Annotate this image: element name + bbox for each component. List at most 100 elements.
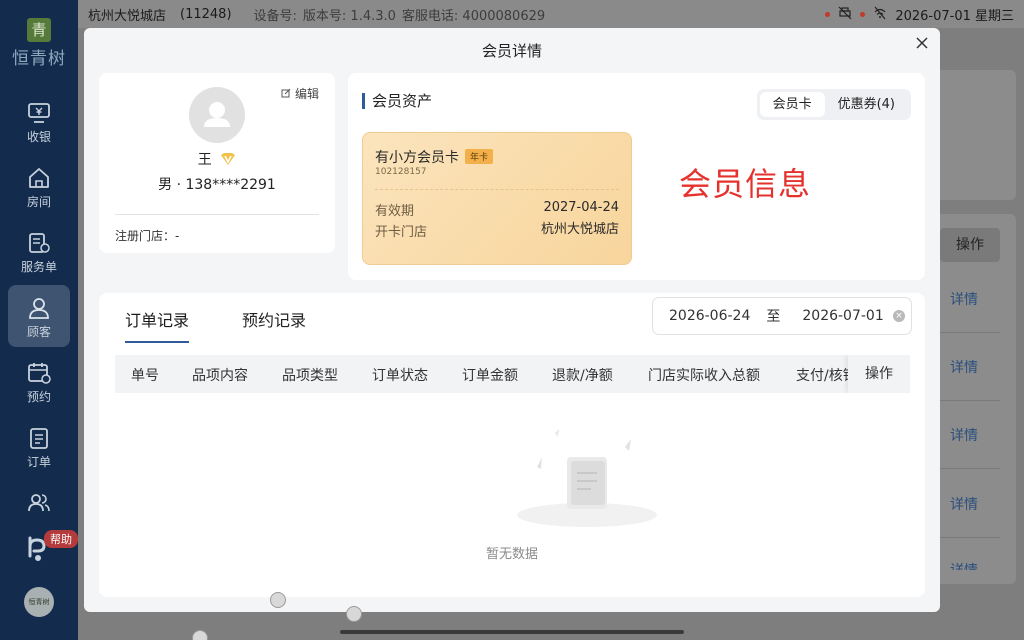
tab-member-card[interactable]: 会员卡 bbox=[759, 92, 825, 117]
edit-label: 编辑 bbox=[294, 87, 319, 101]
column-header-operation: 操作 bbox=[848, 355, 910, 393]
version-label: 版本号: 1.4.3.0 bbox=[302, 8, 396, 24]
card-type-tag: 年卡 bbox=[465, 149, 494, 164]
date-to[interactable]: 2026-07-01 bbox=[802, 308, 883, 324]
assets-title: 会员资产 bbox=[362, 93, 432, 109]
empty-state-icon bbox=[517, 429, 657, 527]
background-table bbox=[930, 214, 1016, 584]
printer-off-icon bbox=[838, 6, 852, 23]
vip-badge-icon bbox=[221, 153, 236, 165]
card-number: 102128157 bbox=[375, 167, 427, 177]
card-divider bbox=[375, 189, 619, 190]
assets-segmented-control: 会员卡 优惠券(4) bbox=[756, 89, 911, 120]
bottom-logo-text: 恒青树 bbox=[28, 598, 50, 606]
sidebar-item-label: 服务单 bbox=[20, 260, 57, 274]
validity-label: 有效期 bbox=[375, 204, 415, 219]
store-code: (11248) bbox=[180, 6, 232, 22]
status-bar: 杭州大悦城店 (11248) 设备号: 版本号: 1.4.3.0 客服电话: 4… bbox=[78, 0, 1024, 28]
customer-icon bbox=[29, 298, 49, 319]
home-icon bbox=[29, 168, 49, 188]
sidebar-item-team[interactable] bbox=[8, 480, 70, 518]
device-label: 设备号: bbox=[253, 8, 297, 24]
home-indicator[interactable] bbox=[340, 630, 684, 634]
hotline-label: 客服电话: 4000080629 bbox=[401, 8, 546, 24]
sidebar-item-label: 订单 bbox=[26, 455, 51, 469]
sidebar-item-label: 收银 bbox=[26, 130, 51, 144]
detail-link[interactable]: 详情 bbox=[950, 425, 978, 445]
sidebar-item-customer[interactable]: 顾客 bbox=[8, 285, 70, 347]
sidebar-item-label: 顾客 bbox=[26, 325, 51, 339]
detail-link[interactable]: 详情 bbox=[950, 357, 978, 377]
column-header: 订单金额 bbox=[462, 368, 518, 384]
gender-phone: 男 · 138****2291 bbox=[158, 177, 276, 193]
service-order-icon bbox=[29, 233, 50, 253]
team-icon bbox=[28, 494, 50, 512]
edit-button[interactable]: 编辑 bbox=[281, 85, 319, 102]
floating-handle[interactable] bbox=[346, 606, 362, 622]
app-logo: 青 恒青树 bbox=[0, 18, 78, 69]
user-icon bbox=[204, 102, 230, 127]
alert-dot bbox=[860, 11, 866, 17]
open-store-value: 杭州大悦城店 bbox=[540, 222, 619, 237]
register-store: 注册门店：- bbox=[115, 229, 180, 243]
column-header: 门店实际收入总额 bbox=[648, 368, 760, 384]
floating-handle[interactable] bbox=[270, 592, 286, 608]
sidebar: 青 恒青树 收银 房间 服务单 顾客 预约 订单 帮助 恒青树 bbox=[0, 0, 78, 640]
date-from[interactable]: 2026-06-24 bbox=[669, 308, 750, 324]
column-header: 品项类型 bbox=[282, 368, 338, 384]
store-name: 杭州大悦城店 bbox=[88, 8, 167, 24]
tab-coupons[interactable]: 优惠券(4) bbox=[825, 92, 908, 117]
logo-mark: 青 bbox=[27, 18, 51, 42]
datetime: 2026-07-01 星期三 bbox=[895, 8, 1014, 24]
bottom-logo: 恒青树 bbox=[24, 587, 54, 617]
orders-card: 订单记录 预约记录 2026-06-24 至 2026-07-01 × 单号 品… bbox=[99, 293, 925, 597]
background-op-header: 操作 bbox=[940, 228, 1000, 262]
avatar bbox=[189, 87, 245, 143]
floating-handle[interactable] bbox=[192, 630, 208, 640]
cashier-icon bbox=[28, 103, 50, 123]
column-header: 退款/净额 bbox=[552, 368, 613, 384]
date-range-picker[interactable]: 2026-06-24 至 2026-07-01 × bbox=[652, 297, 912, 335]
clear-icon[interactable]: × bbox=[893, 310, 905, 322]
member-assets-card: 会员资产 会员卡 优惠券(4) 有小方会员卡 年卡 102128157 有效期 2… bbox=[348, 73, 925, 280]
sidebar-item-label: 房间 bbox=[26, 195, 51, 209]
calendar-icon bbox=[28, 363, 51, 384]
member-name: 王 bbox=[197, 152, 212, 168]
divider bbox=[115, 214, 319, 215]
sidebar-item-service-order[interactable]: 服务单 bbox=[8, 220, 70, 282]
detail-link[interactable]: 详情 bbox=[950, 289, 978, 309]
row-divider bbox=[940, 537, 1000, 538]
logo-text: 恒青树 bbox=[12, 49, 66, 69]
member-name-row: 王 bbox=[99, 149, 335, 169]
sidebar-item-room[interactable]: 房间 bbox=[8, 155, 70, 217]
wifi-off-icon bbox=[873, 6, 887, 23]
sidebar-item-cashier[interactable]: 收银 bbox=[8, 90, 70, 152]
column-header: 单号 bbox=[131, 368, 159, 384]
detail-link[interactable]: 详情 bbox=[950, 494, 978, 514]
date-separator: 至 bbox=[766, 309, 781, 325]
card-name: 有小方会员卡 bbox=[375, 150, 459, 166]
row-divider bbox=[940, 400, 1000, 401]
member-card[interactable]: 有小方会员卡 年卡 102128157 有效期 2027-04-24 开卡门店 杭… bbox=[362, 132, 632, 265]
alert-dot bbox=[825, 11, 831, 17]
empty-state-text: 暂无数据 bbox=[485, 547, 538, 562]
tab-order-records[interactable]: 订单记录 bbox=[125, 307, 190, 343]
modal-title: 会员详情 bbox=[481, 42, 542, 60]
sidebar-item-appointment[interactable]: 预约 bbox=[8, 350, 70, 412]
profile-card: 编辑 王 男 · 138****2291 注册门店：- bbox=[99, 73, 335, 253]
column-header: 品项内容 bbox=[192, 368, 248, 384]
order-icon bbox=[30, 428, 48, 449]
tab-appointment-records[interactable]: 预约记录 bbox=[242, 307, 306, 341]
annotation-text: 会员信息 bbox=[679, 165, 812, 203]
open-store-label: 开卡门店 bbox=[375, 225, 428, 240]
close-icon[interactable] bbox=[914, 36, 930, 52]
row-divider bbox=[940, 332, 1000, 333]
row-divider bbox=[940, 468, 1000, 469]
member-detail-modal: 会员详情 编辑 王 男 · 138****2291 注册门店：- 会员资产 会员… bbox=[84, 28, 940, 612]
sidebar-item-order[interactable]: 订单 bbox=[8, 415, 70, 477]
detail-link[interactable]: 详情 bbox=[950, 560, 978, 570]
help-badge[interactable]: 帮助 bbox=[44, 530, 78, 548]
background-panel bbox=[930, 70, 1016, 200]
order-table-header: 单号 品项内容 品项类型 订单状态 订单金额 退款/净额 门店实际收入总额 支付… bbox=[115, 355, 910, 393]
edit-icon bbox=[281, 88, 291, 98]
